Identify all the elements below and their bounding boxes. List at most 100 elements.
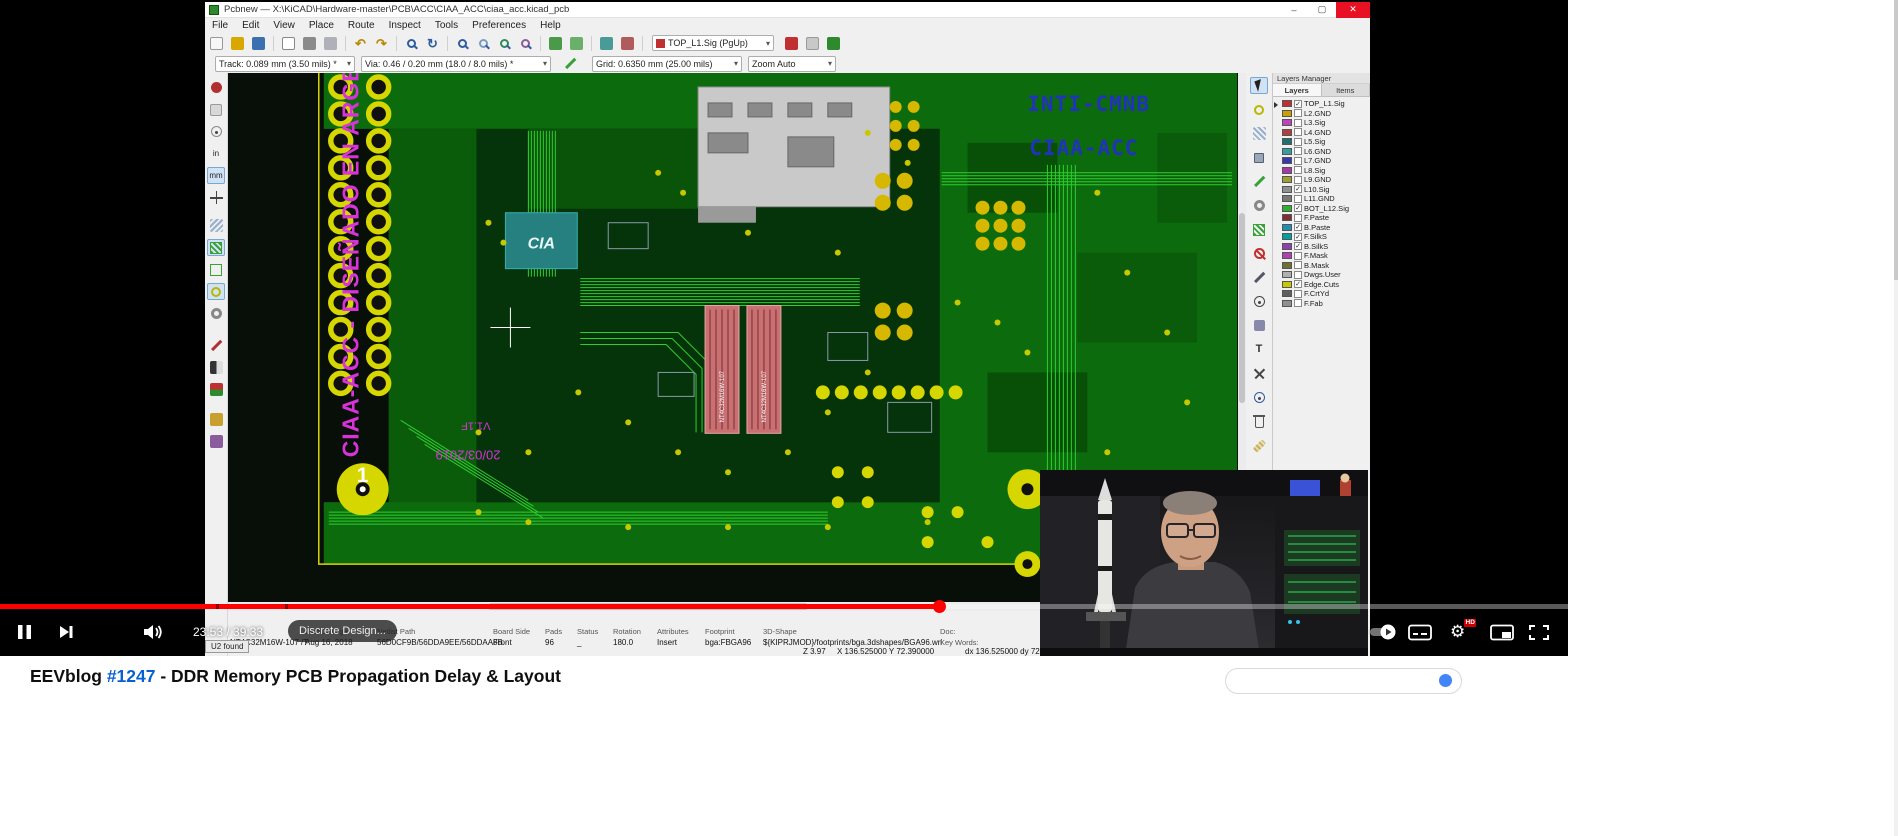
zoom-in-button[interactable] bbox=[453, 34, 472, 52]
print-button[interactable] bbox=[321, 34, 340, 52]
save-board-button[interactable] bbox=[249, 34, 268, 52]
find-button[interactable] bbox=[402, 34, 421, 52]
layer-visibility-checkbox[interactable]: ✓ bbox=[1294, 185, 1302, 194]
layer-visibility-checkbox[interactable] bbox=[1294, 289, 1302, 298]
high-contrast-toggle-icon[interactable] bbox=[207, 359, 225, 376]
layer-color-swatch[interactable] bbox=[1282, 252, 1292, 260]
layer-visibility-checkbox[interactable]: ✓ bbox=[1294, 280, 1302, 289]
layer-visibility-checkbox[interactable] bbox=[1294, 118, 1302, 127]
layer-row[interactable]: L4.GND bbox=[1273, 128, 1370, 138]
layer-row[interactable]: L5.Sig bbox=[1273, 137, 1370, 147]
layer-color-swatch[interactable] bbox=[1282, 119, 1292, 127]
layer-color-swatch[interactable] bbox=[1282, 214, 1292, 222]
add-polygon-tool-icon[interactable] bbox=[1250, 317, 1268, 334]
grid-toggle-icon[interactable] bbox=[207, 101, 225, 118]
route-tracks-tool-icon[interactable] bbox=[1250, 173, 1268, 190]
delete-tool-icon[interactable] bbox=[1250, 413, 1268, 430]
minimize-button[interactable]: – bbox=[1280, 2, 1308, 18]
layer-visibility-checkbox[interactable]: ✓ bbox=[1294, 232, 1302, 241]
layer-color-swatch[interactable] bbox=[1282, 147, 1292, 155]
menu-view[interactable]: View bbox=[266, 20, 302, 31]
layer-color-swatch[interactable] bbox=[1282, 128, 1292, 136]
layer-visibility-checkbox[interactable] bbox=[1294, 147, 1302, 156]
layer-row[interactable]: ✓ Edge.Cuts bbox=[1273, 280, 1370, 290]
grid-size-dropdown[interactable]: Grid: 0.6350 mm (25.00 mils) ▾ bbox=[592, 55, 742, 72]
captions-button[interactable] bbox=[1408, 624, 1433, 646]
pause-button[interactable] bbox=[16, 623, 33, 646]
layer-color-swatch[interactable] bbox=[1282, 109, 1292, 117]
layer-color-swatch[interactable] bbox=[1282, 280, 1292, 288]
polar-coords-toggle-icon[interactable] bbox=[207, 123, 225, 140]
refresh-button[interactable]: ↻ bbox=[423, 34, 442, 52]
via-size-dropdown[interactable]: Via: 0.46 / 0.20 mm (18.0 / 8.0 mils) * ▾ bbox=[361, 55, 551, 72]
autoplay-toggle[interactable] bbox=[1370, 624, 1397, 645]
cursor-shape-toggle-icon[interactable] bbox=[207, 189, 225, 206]
layer-row[interactable]: F.CrtYd bbox=[1273, 289, 1370, 299]
units-mm-button[interactable]: mm bbox=[207, 167, 225, 184]
zoom-out-button[interactable] bbox=[474, 34, 493, 52]
layer-visibility-checkbox[interactable] bbox=[1294, 261, 1302, 270]
layers-pair-icon[interactable] bbox=[207, 381, 225, 398]
add-graphic-line-tool-icon[interactable] bbox=[1250, 269, 1268, 286]
highlight-layer-button[interactable] bbox=[782, 34, 801, 52]
fullscreen-button[interactable] bbox=[1528, 624, 1551, 646]
layer-color-swatch[interactable] bbox=[1282, 290, 1292, 298]
layer-row[interactable]: ✓ B.Paste bbox=[1273, 223, 1370, 233]
floating-pill[interactable] bbox=[1225, 668, 1462, 694]
layer-color-swatch[interactable] bbox=[1282, 138, 1292, 146]
maximize-button[interactable]: ▢ bbox=[1308, 2, 1336, 18]
menu-edit[interactable]: Edit bbox=[235, 20, 266, 31]
video-number-link[interactable]: #1247 bbox=[107, 666, 156, 686]
menu-inspect[interactable]: Inspect bbox=[382, 20, 428, 31]
microwave-tools-icon[interactable] bbox=[207, 411, 225, 428]
layer-visibility-checkbox[interactable] bbox=[1294, 175, 1302, 184]
tab-items[interactable]: Items bbox=[1321, 84, 1370, 96]
layer-row[interactable]: Dwgs.User bbox=[1273, 270, 1370, 280]
layer-color-swatch[interactable] bbox=[1282, 271, 1292, 279]
add-dimension-tool-icon[interactable] bbox=[1250, 365, 1268, 382]
layer-row[interactable]: F.Fab bbox=[1273, 299, 1370, 309]
track-sketch-toggle-icon[interactable] bbox=[207, 337, 225, 354]
next-button[interactable] bbox=[58, 624, 75, 645]
layer-color-swatch[interactable] bbox=[1282, 261, 1292, 269]
layer-color-swatch[interactable] bbox=[1282, 176, 1292, 184]
layer-row[interactable]: L6.GND bbox=[1273, 147, 1370, 157]
page-scrollbar[interactable] bbox=[1894, 0, 1898, 836]
tab-layers[interactable]: Layers bbox=[1273, 84, 1322, 96]
script-console-icon[interactable] bbox=[207, 433, 225, 450]
undo-button[interactable]: ↶ bbox=[351, 34, 370, 52]
layer-color-swatch[interactable] bbox=[1282, 204, 1292, 212]
layer-row[interactable]: L3.Sig bbox=[1273, 118, 1370, 128]
layer-row[interactable]: ✓ TOP_L1.Sig bbox=[1273, 99, 1370, 109]
layer-color-swatch[interactable] bbox=[1282, 166, 1292, 174]
layer-color-swatch[interactable] bbox=[1282, 233, 1292, 241]
layer-row[interactable]: L8.Sig bbox=[1273, 166, 1370, 176]
grid-origin-tool-icon[interactable] bbox=[1250, 389, 1268, 406]
footprint-editor-button[interactable] bbox=[546, 34, 565, 52]
layer-visibility-checkbox[interactable] bbox=[1294, 166, 1302, 175]
volume-button[interactable] bbox=[142, 624, 165, 645]
menu-preferences[interactable]: Preferences bbox=[465, 20, 533, 31]
layer-visibility-checkbox[interactable] bbox=[1294, 251, 1302, 260]
menu-help[interactable]: Help bbox=[533, 20, 568, 31]
progress-scrubber[interactable] bbox=[933, 600, 946, 613]
drc-toggle-icon[interactable] bbox=[207, 79, 225, 96]
redo-button[interactable]: ↷ bbox=[372, 34, 391, 52]
add-footprint-tool-icon[interactable] bbox=[1250, 149, 1268, 166]
zoom-selection-button[interactable] bbox=[516, 34, 535, 52]
vscrollbar-thumb[interactable] bbox=[1239, 213, 1245, 403]
new-board-button[interactable] bbox=[207, 34, 226, 52]
highlight-net-tool-icon[interactable] bbox=[1250, 101, 1268, 118]
layer-color-swatch[interactable] bbox=[1282, 100, 1292, 108]
zoom-level-dropdown[interactable]: Zoom Auto ▾ bbox=[748, 55, 836, 72]
local-ratsnest-tool-icon[interactable] bbox=[1250, 125, 1268, 142]
layer-color-swatch[interactable] bbox=[1282, 299, 1292, 307]
close-button[interactable]: ✕ bbox=[1336, 1, 1370, 18]
menu-file[interactable]: File bbox=[205, 20, 235, 31]
layer-row[interactable]: B.Mask bbox=[1273, 261, 1370, 271]
layer-row[interactable]: ✓ F.SilkS bbox=[1273, 232, 1370, 242]
layer-visibility-checkbox[interactable] bbox=[1294, 270, 1302, 279]
auto-track-width-toggle[interactable] bbox=[561, 55, 580, 73]
layer-visibility-checkbox[interactable] bbox=[1294, 213, 1302, 222]
layer-row[interactable]: L11.GND bbox=[1273, 194, 1370, 204]
